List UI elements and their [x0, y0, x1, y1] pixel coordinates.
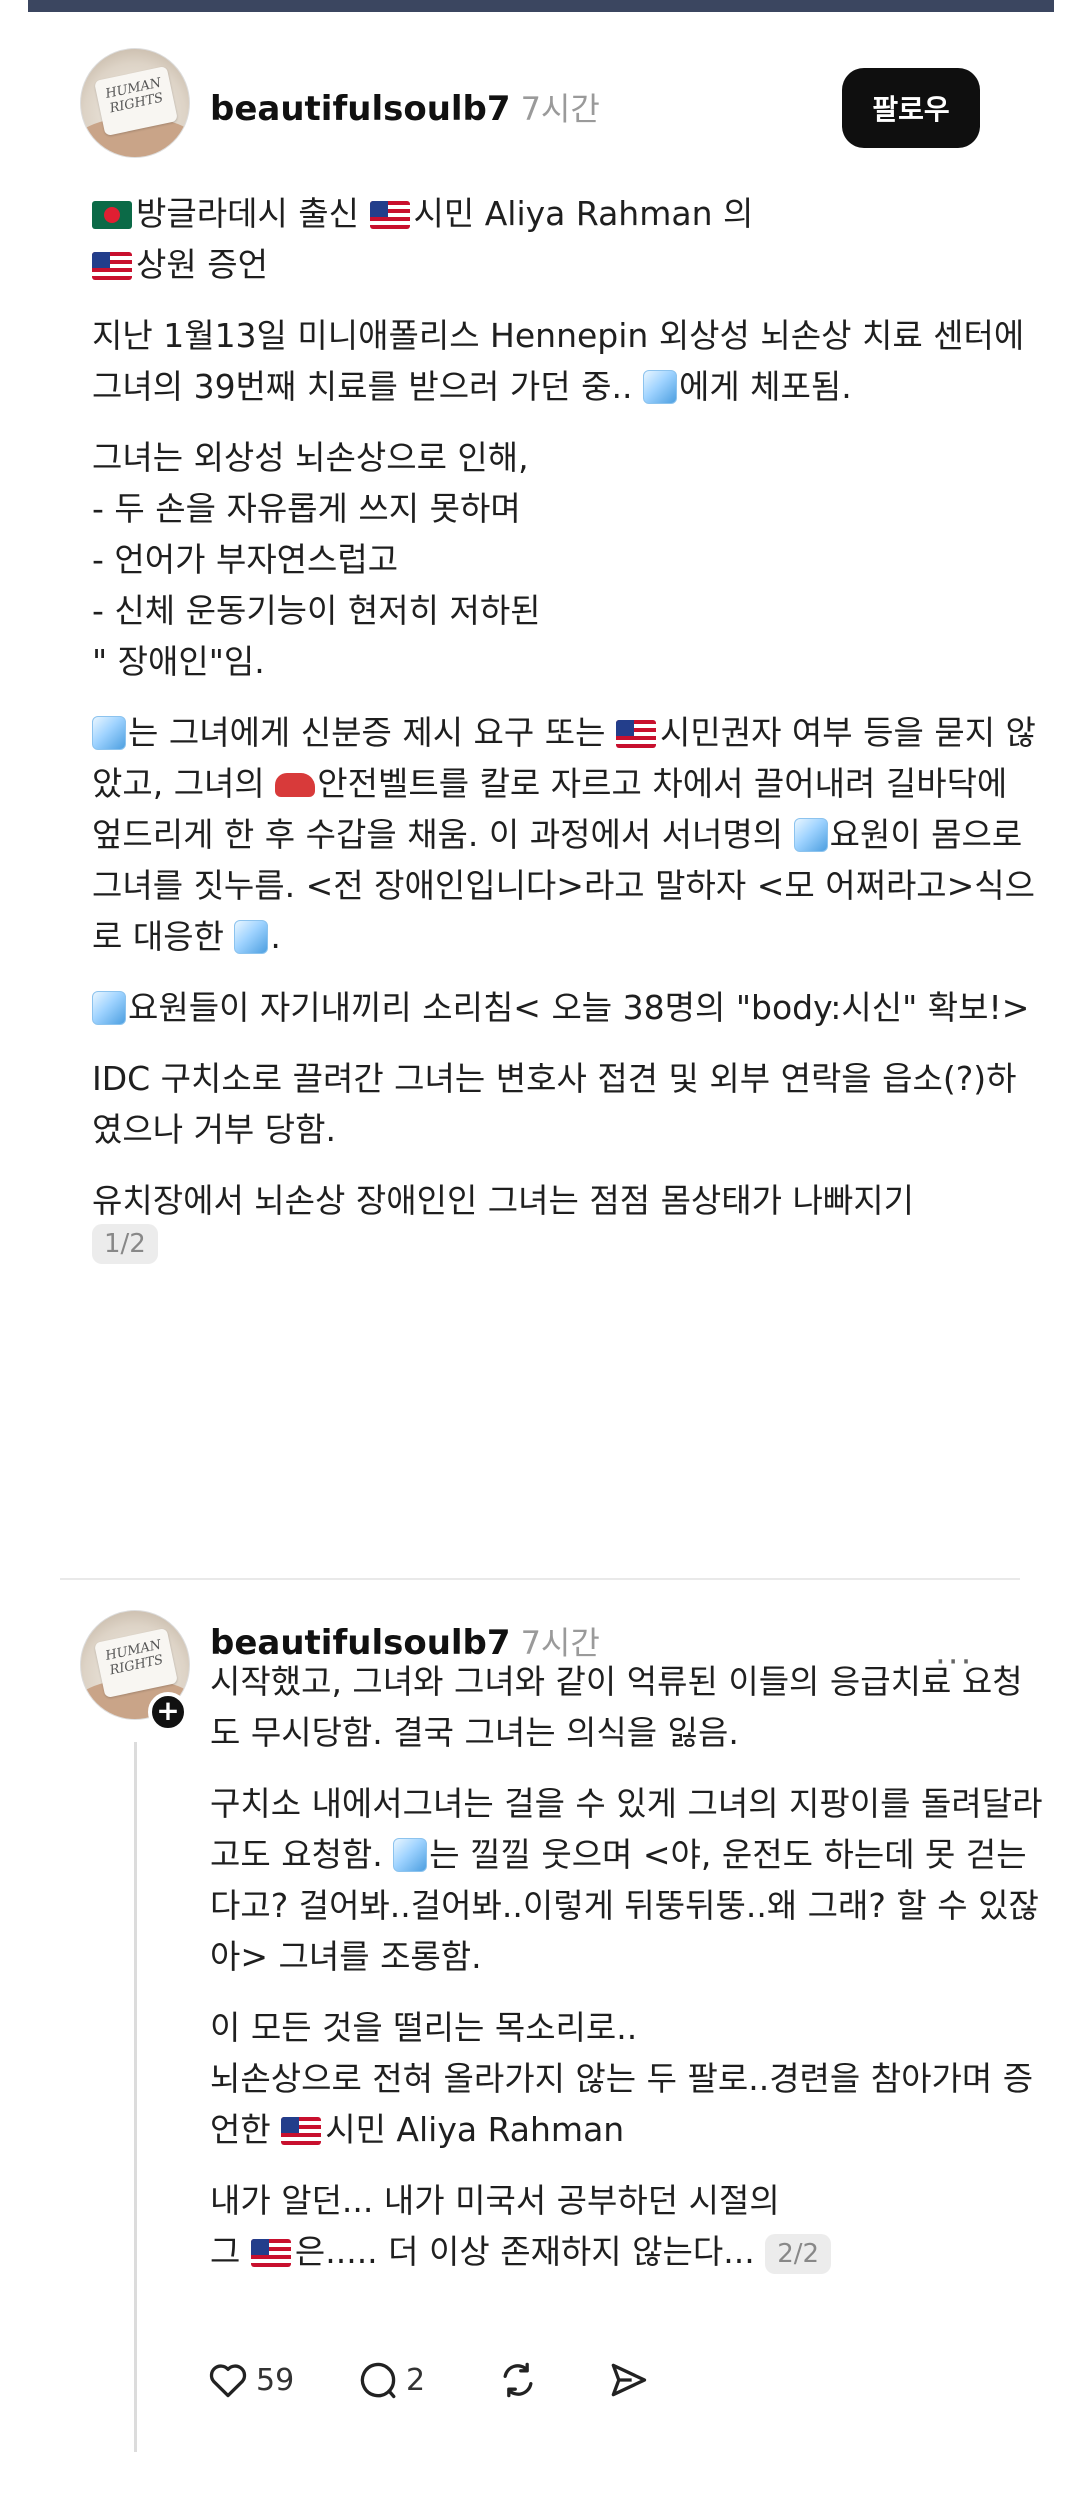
text: 은..... 더 이상 존재하지 않는다...: [294, 2232, 766, 2271]
us-flag-icon: [92, 252, 132, 280]
page-counter: 2/2: [765, 2233, 832, 2274]
repost-button[interactable]: [496, 2358, 540, 2402]
us-flag-icon: [281, 2117, 322, 2145]
paragraph-4: 내가 알던... 내가 미국서 공부하던 시절의 그 은..... 더 이상 존…: [210, 2175, 1050, 2277]
ice-cube-icon: [793, 818, 828, 852]
car-icon: [275, 773, 316, 797]
thread-line: [134, 1742, 137, 2452]
like-count: 59: [256, 2362, 295, 2398]
username[interactable]: beautifulsoulb7 7시간: [210, 84, 600, 130]
heart-icon: [209, 2364, 247, 2398]
paragraph-6: IDC 구치소로 끌려간 그녀는 변호사 접견 및 외부 연락을 읍소(?)하였…: [92, 1059, 1017, 1149]
post-body: 방글라데시 출신 시민 Aliya Rahman 의상원 증언 지난 1월13일…: [92, 188, 1042, 1267]
comment-bubble-icon: [360, 2362, 396, 2399]
text: 시민 Aliya Rahman 의: [413, 194, 754, 233]
ice-cube-icon: [642, 370, 677, 404]
us-flag-icon: [250, 2239, 291, 2267]
username-text[interactable]: beautifulsoulb7: [210, 89, 511, 129]
text: 시민 Aliya Rahman: [325, 2110, 625, 2149]
paragraph-2: 구치소 내에서그녀는 걸을 수 있게 그녀의 지팡이를 돌려달라고도 요청함. …: [210, 1778, 1050, 1982]
paragraph-2: 지난 1월13일 미니애폴리스 Hennepin 외상성 뇌손상 치료 센터에 …: [92, 310, 1042, 412]
text: 상원 증언: [136, 245, 268, 284]
paragraph-3: 그녀는 외상성 뇌손상으로 인해, - 두 손을 자유롭게 쓰지 못하며 - 언…: [92, 438, 541, 681]
paragraph-5: 요원들이 자기내끼리 소리침< 오늘 38명의 "body:시신" 확보!>: [92, 982, 1042, 1033]
post-body: 시작했고, 그녀와 그녀와 같이 억류된 이들의 응급치료 요청도 무시당함. …: [210, 1656, 1050, 2297]
top-bar: [28, 0, 1054, 12]
follow-button[interactable]: 팔로우: [842, 68, 980, 148]
share-button[interactable]: [606, 2358, 650, 2402]
page-counter: 1/2: [92, 1223, 158, 1264]
text: 방글라데시 출신: [136, 194, 370, 233]
post-divider: [60, 1578, 1020, 1580]
paragraph-1: 방글라데시 출신 시민 Aliya Rahman 의상원 증언: [92, 188, 1042, 290]
text: 요원들이 자기내끼리 소리침< 오늘 38명의 "body:시신" 확보!>: [128, 988, 1030, 1027]
repost-icon: [503, 2362, 533, 2398]
paragraph-4: 는 그녀에게 신분증 제시 요구 또는 시민권자 여부 등을 묻지 않았고, 그…: [92, 707, 1042, 962]
us-flag-icon: [369, 201, 410, 229]
ice-cube-icon: [92, 716, 126, 750]
text: 는 그녀에게 신분증 제시 요구 또는: [128, 713, 616, 752]
send-icon: [611, 2363, 647, 2397]
comment-count: 2: [406, 2362, 426, 2398]
bangladesh-flag-icon: [92, 201, 132, 229]
ice-cube-icon: [92, 991, 126, 1025]
text: .: [270, 917, 281, 956]
ice-cube-icon: [393, 1838, 428, 1872]
text: 에게 체포됨.: [678, 367, 852, 406]
us-flag-icon: [615, 720, 656, 748]
comment-button[interactable]: 2: [356, 2358, 425, 2402]
paragraph-7: 유치장에서 뇌손상 장애인인 그녀는 점점 몸상태가 나빠지기: [92, 1181, 914, 1220]
paragraph-3: 이 모든 것을 떨리는 목소리로.. 뇌손상으로 전혀 올라가지 않는 두 팔로…: [210, 2002, 1050, 2155]
post-time: 7시간: [520, 90, 600, 128]
follow-plus-icon[interactable]: +: [148, 1692, 188, 1732]
avatar[interactable]: HUMAN RIGHTS: [80, 48, 190, 158]
text: 지난 1월13일 미니애폴리스 Hennepin 외상성 뇌손상 치료 센터에 …: [92, 316, 1025, 406]
paragraph-1: 시작했고, 그녀와 그녀와 같이 억류된 이들의 응급치료 요청도 무시당함. …: [210, 1662, 1023, 1752]
like-button[interactable]: 59: [206, 2358, 294, 2402]
ice-cube-icon: [234, 920, 269, 954]
